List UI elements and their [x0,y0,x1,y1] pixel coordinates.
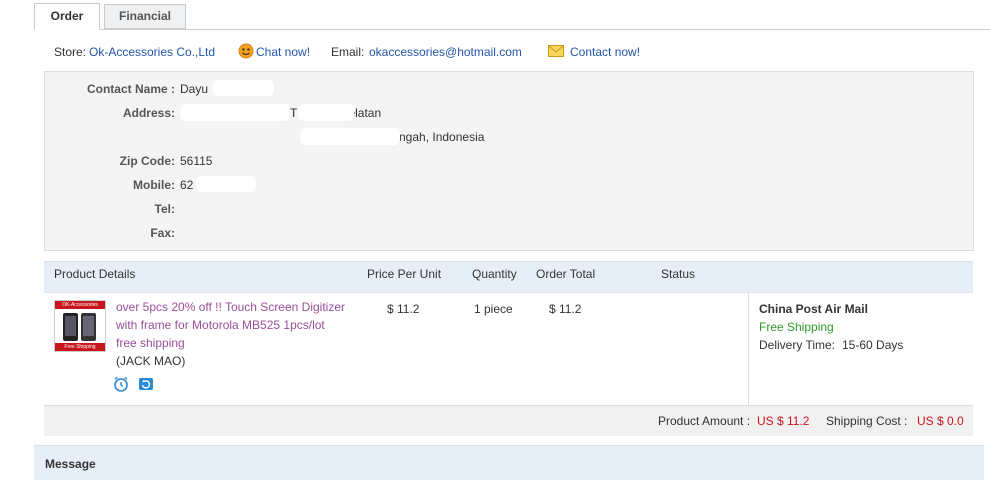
redaction-mark [298,104,354,121]
col-quantity: Quantity [472,267,517,281]
refresh-order-icon[interactable] [138,376,154,392]
email-label: Email: [331,45,365,59]
column-divider [748,292,749,405]
zip-label: Zip Code: [119,154,175,168]
delivery-time-value: 15-60 Days [842,338,904,352]
contact-name-label: Contact Name : [86,82,175,96]
phone-screen-icon [63,313,96,341]
chat-icon[interactable] [238,43,254,59]
product-amount-label: Product Amount : [658,414,751,428]
email-link[interactable]: okaccessories@hotmail.com [369,44,522,60]
message-section-header: Message [34,445,984,480]
tel-label: Tel: [154,202,175,216]
tab-divider [34,29,990,30]
message-title: Message [45,457,96,471]
address-label: Address: [122,106,175,120]
zip-value: 56115 [180,154,213,168]
free-shipping-status: Free Shipping [759,320,834,334]
tab-order[interactable]: Order [34,3,100,30]
shipping-method: China Post Air Mail [759,302,868,316]
product-title-link[interactable]: over 5pcs 20% off !! Touch Screen Digiti… [116,298,346,352]
chat-now-link[interactable]: Chat now! [256,44,310,60]
order-total: $ 11.2 [549,302,582,316]
mobile-label: Mobile: [133,178,175,192]
tab-financial[interactable]: Financial [104,4,186,29]
redaction-mark [196,176,256,192]
col-product-details: Product Details [54,267,136,281]
thumb-free-shipping-badge: Free Shipping [55,343,105,351]
redaction-mark [180,104,290,121]
redaction-mark [300,128,400,145]
col-price-per-unit: Price Per Unit [367,267,442,281]
product-thumbnail[interactable]: OK-Accessories Free Shipping [54,300,106,352]
delivery-time-label: Delivery Time: [759,338,836,352]
seller-name: (JACK MAO) [116,354,186,368]
contact-now-link[interactable]: Contact now! [570,44,640,60]
redaction-mark [212,80,274,96]
quantity-value: 1 piece [474,302,513,316]
address-line-2: ngah, Indonesia [399,130,485,144]
col-status: Status [661,267,696,281]
price-per-unit: $ 11.2 [387,302,420,316]
envelope-icon[interactable] [548,45,564,57]
col-order-total: Order Total [536,267,596,281]
store-label: Store: [54,45,87,59]
alarm-clock-icon[interactable] [113,376,129,392]
shipping-cost-label: Shipping Cost : [826,414,908,428]
store-name-link[interactable]: Ok-Accessories Co.,Ltd [89,44,215,60]
product-amount-value: US $ 11.2 [757,414,810,428]
fax-label: Fax: [150,226,175,240]
shipping-cost-value: US $ 0.0 [917,414,964,428]
contact-name-value: Dayu [180,82,209,96]
thumb-brand-label: OK-Accessories [55,301,105,309]
